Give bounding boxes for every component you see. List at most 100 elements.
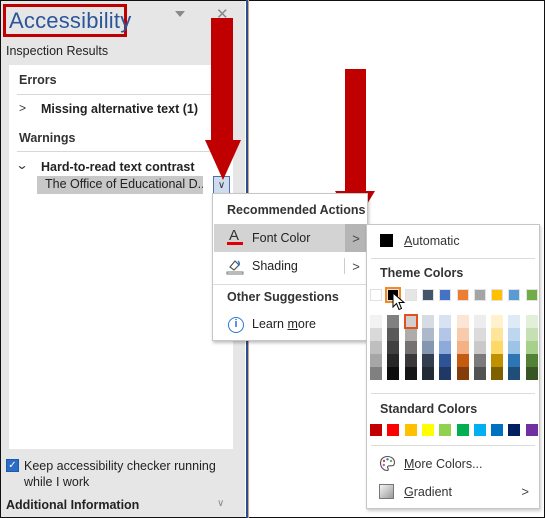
- theme-shade-swatch[interactable]: [421, 341, 434, 354]
- theme-color-swatch[interactable]: [473, 289, 486, 301]
- theme-shade-swatch[interactable]: [370, 328, 382, 341]
- pane-title: Accessibility: [9, 8, 132, 33]
- theme-shade-swatch[interactable]: [370, 341, 382, 354]
- dropdown-triangle-icon[interactable]: [175, 11, 185, 17]
- theme-shade-swatch[interactable]: [387, 315, 400, 328]
- theme-color-swatch[interactable]: [370, 289, 382, 301]
- standard-color-swatch[interactable]: [404, 424, 417, 436]
- info-icon: i: [228, 317, 244, 333]
- theme-shade-swatch[interactable]: [525, 328, 538, 341]
- theme-shade-swatch[interactable]: [387, 367, 400, 380]
- menu-item-font-color[interactable]: A Font Color >: [214, 224, 367, 252]
- more-colors-label: More Colors...: [404, 457, 483, 471]
- gradient-option[interactable]: Gradient >: [367, 479, 539, 505]
- theme-shade-swatch[interactable]: [508, 315, 521, 328]
- theme-shade-swatch[interactable]: [473, 328, 486, 341]
- theme-shade-swatch[interactable]: [525, 367, 538, 380]
- theme-shade-swatch[interactable]: [439, 315, 452, 328]
- theme-color-swatch[interactable]: [421, 289, 434, 301]
- theme-shade-swatch[interactable]: [491, 367, 504, 380]
- standard-color-swatch[interactable]: [421, 424, 434, 436]
- theme-colors-heading: Theme Colors: [380, 266, 464, 280]
- theme-shade-swatch[interactable]: [404, 354, 417, 367]
- theme-shade-swatch[interactable]: [421, 315, 434, 328]
- selected-issue-item[interactable]: The Office of Educational D...: [37, 176, 203, 194]
- divider: [17, 151, 225, 152]
- theme-color-swatch[interactable]: [439, 289, 452, 301]
- theme-shade-swatch[interactable]: [491, 315, 504, 328]
- chevron-down-icon[interactable]: ⌄: [15, 158, 28, 172]
- theme-shade-swatch[interactable]: [473, 341, 486, 354]
- theme-shade-column: [421, 315, 434, 380]
- keep-running-checkbox[interactable]: ✓: [6, 459, 19, 472]
- standard-color-swatch[interactable]: [525, 424, 538, 436]
- theme-shade-swatch[interactable]: [421, 367, 434, 380]
- menu-item-learn-more[interactable]: i Learn more: [214, 310, 367, 338]
- theme-shade-swatch[interactable]: [456, 367, 469, 380]
- theme-shade-swatch[interactable]: [525, 354, 538, 367]
- theme-shade-swatch[interactable]: [387, 341, 400, 354]
- more-colors-option[interactable]: More Colors...: [367, 451, 539, 477]
- theme-shade-swatch[interactable]: [370, 367, 382, 380]
- theme-shade-swatch[interactable]: [473, 315, 486, 328]
- theme-shade-swatch[interactable]: [404, 341, 417, 354]
- theme-shade-swatch[interactable]: [404, 367, 417, 380]
- theme-shade-swatch[interactable]: [473, 367, 486, 380]
- theme-shade-swatch[interactable]: [508, 354, 521, 367]
- theme-shade-swatch[interactable]: [525, 315, 538, 328]
- theme-shade-swatch[interactable]: [508, 367, 521, 380]
- theme-shade-swatch[interactable]: [370, 315, 382, 328]
- divider: [371, 445, 535, 446]
- theme-shade-swatch[interactable]: [403, 314, 418, 329]
- standard-color-swatch[interactable]: [387, 424, 400, 436]
- theme-shade-swatch[interactable]: [456, 315, 469, 328]
- standard-color-swatch[interactable]: [456, 424, 469, 436]
- menu-item-shading[interactable]: Shading >: [214, 252, 367, 280]
- theme-shade-swatch[interactable]: [404, 328, 417, 341]
- keep-running-label: Keep accessibility checker running while…: [24, 459, 216, 489]
- theme-shade-swatch[interactable]: [421, 354, 434, 367]
- chevron-right-icon[interactable]: >: [19, 101, 26, 115]
- theme-shade-swatch[interactable]: [508, 328, 521, 341]
- theme-shade-swatch[interactable]: [439, 354, 452, 367]
- theme-shade-swatch[interactable]: [456, 354, 469, 367]
- standard-color-swatch[interactable]: [439, 424, 452, 436]
- theme-shade-column: [525, 315, 538, 380]
- theme-color-swatch[interactable]: [525, 289, 538, 301]
- theme-shade-swatch[interactable]: [387, 354, 400, 367]
- chevron-right-icon[interactable]: >: [345, 252, 367, 280]
- standard-color-swatch[interactable]: [491, 424, 504, 436]
- theme-shade-column: [403, 314, 418, 380]
- theme-shade-swatch[interactable]: [491, 341, 504, 354]
- warnings-heading: Warnings: [19, 131, 76, 145]
- theme-color-swatch[interactable]: [508, 289, 521, 301]
- theme-shade-swatch[interactable]: [421, 328, 434, 341]
- theme-shade-swatch[interactable]: [508, 341, 521, 354]
- theme-shade-swatch[interactable]: [439, 341, 452, 354]
- chevron-down-icon[interactable]: ∨: [217, 498, 224, 509]
- theme-shade-swatch[interactable]: [439, 367, 452, 380]
- theme-shade-swatch[interactable]: [370, 354, 382, 367]
- theme-shade-swatch[interactable]: [491, 328, 504, 341]
- chevron-right-icon[interactable]: >: [345, 224, 367, 252]
- theme-shade-swatch[interactable]: [491, 354, 504, 367]
- inspection-results-list: Errors > Missing alternative text (1) Wa…: [9, 65, 233, 449]
- automatic-color-option[interactable]: Automatic: [367, 225, 539, 255]
- gradient-icon: [379, 484, 394, 499]
- theme-color-swatch[interactable]: [491, 289, 504, 301]
- theme-color-swatch[interactable]: [456, 289, 469, 301]
- theme-shade-swatch[interactable]: [473, 354, 486, 367]
- theme-shade-swatch[interactable]: [525, 341, 538, 354]
- theme-shade-swatch[interactable]: [456, 341, 469, 354]
- standard-color-swatch[interactable]: [370, 424, 382, 436]
- theme-shade-swatch[interactable]: [439, 328, 452, 341]
- theme-shade-swatch[interactable]: [387, 328, 400, 341]
- theme-shade-column: [456, 315, 469, 380]
- chevron-right-icon[interactable]: >: [521, 484, 529, 499]
- additional-information-heading[interactable]: Additional Information: [6, 498, 139, 512]
- standard-color-swatch[interactable]: [508, 424, 521, 436]
- automatic-color-swatch: [380, 234, 393, 247]
- theme-color-swatch[interactable]: [404, 289, 417, 301]
- standard-color-swatch[interactable]: [473, 424, 486, 436]
- theme-shade-swatch[interactable]: [456, 328, 469, 341]
